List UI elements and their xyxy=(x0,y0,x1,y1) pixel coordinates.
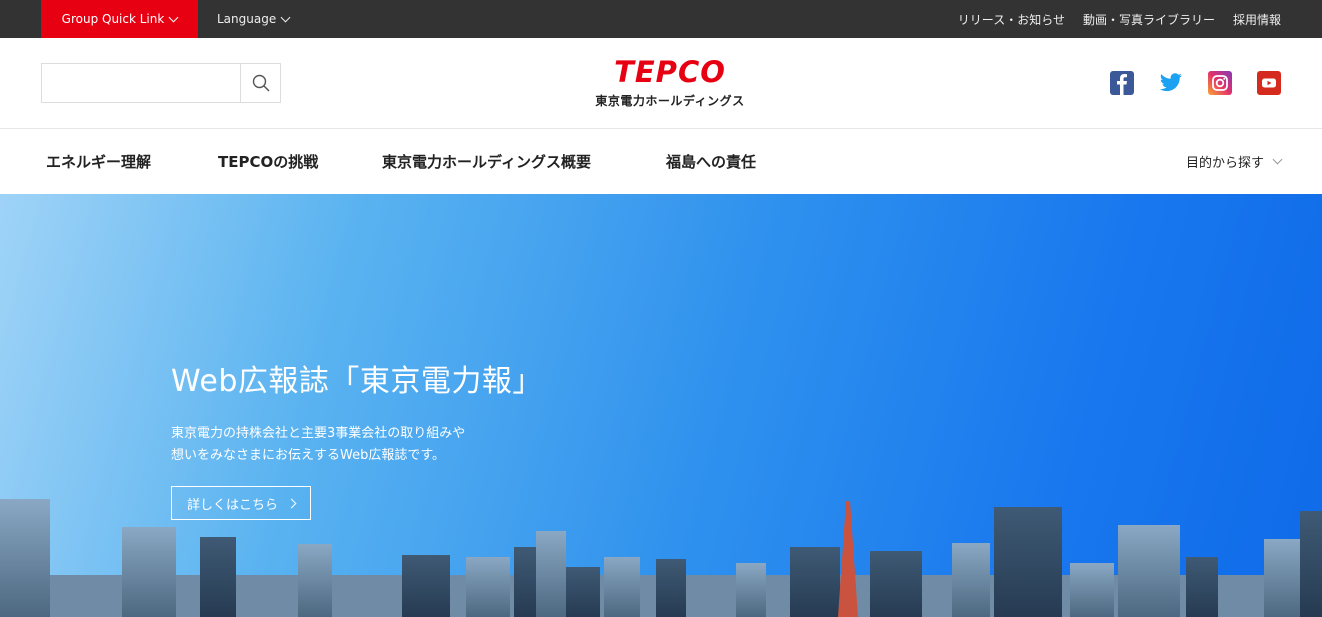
top-bar: Group Quick Link Language リリース・お知らせ 動画・写… xyxy=(0,0,1322,38)
hero-description-line-1: 東京電力の持株会社と主要3事業会社の取り組みや xyxy=(171,426,466,441)
find-by-purpose-label: 目的から探す xyxy=(1185,156,1264,171)
logo-mark: TEPCO xyxy=(614,55,726,89)
site-header: TEPCO 東京電力ホールディングス xyxy=(0,38,1322,129)
hero-details-button[interactable]: 詳しくはこちら xyxy=(171,486,311,520)
hero-title: Web広報誌「東京電力報」 xyxy=(171,364,543,399)
chevron-right-icon xyxy=(286,498,297,508)
top-link-recruit[interactable]: 採用情報 xyxy=(1233,11,1281,28)
twitter-icon[interactable] xyxy=(1159,71,1183,95)
nav-item-overview[interactable]: 東京電力ホールディングス概要 xyxy=(382,129,591,194)
nav-item-fukushima[interactable]: 福島への責任 xyxy=(666,129,756,194)
chevron-down-icon xyxy=(168,12,179,22)
hero-banner: Web広報誌「東京電力報」 東京電力の持株会社と主要3事業会社の取り組みや 想い… xyxy=(0,194,1322,617)
top-link-releases[interactable]: リリース・お知らせ xyxy=(958,11,1065,28)
group-quick-link-button[interactable]: Group Quick Link xyxy=(41,0,198,38)
search-icon xyxy=(252,74,270,92)
group-quick-link-label: Group Quick Link xyxy=(61,12,165,26)
chevron-down-icon xyxy=(1272,154,1283,165)
hero-description-line-2: 想いをみなさまにお伝えするWeb広報誌です。 xyxy=(171,448,446,463)
find-by-purpose-dropdown[interactable]: 目的から探す xyxy=(1185,129,1283,194)
instagram-icon[interactable] xyxy=(1208,71,1232,95)
chevron-down-icon xyxy=(280,12,291,22)
search-box xyxy=(41,63,281,103)
search-input[interactable] xyxy=(42,64,240,102)
youtube-icon[interactable] xyxy=(1257,71,1281,95)
tepco-logo[interactable]: TEPCO 東京電力ホールディングス xyxy=(590,56,750,109)
top-links: リリース・お知らせ 動画・写真ライブラリー 採用情報 xyxy=(958,0,1281,38)
global-nav: エネルギー理解 TEPCOの挑戦 東京電力ホールディングス概要 福島への責任 目… xyxy=(0,129,1322,194)
search-button[interactable] xyxy=(240,64,280,102)
top-link-media-library[interactable]: 動画・写真ライブラリー xyxy=(1083,11,1215,28)
hero-description: 東京電力の持株会社と主要3事業会社の取り組みや 想いをみなさまにお伝えするWeb… xyxy=(171,423,465,467)
nav-item-challenge[interactable]: TEPCOの挑戦 xyxy=(218,129,318,194)
logo-subtitle: 東京電力ホールディングス xyxy=(595,94,745,108)
facebook-icon[interactable] xyxy=(1110,71,1134,95)
nav-item-energy[interactable]: エネルギー理解 xyxy=(46,129,151,194)
language-label: Language xyxy=(217,12,277,26)
language-selector[interactable]: Language xyxy=(217,0,291,38)
social-links xyxy=(1110,71,1281,95)
hero-details-label: 詳しくはこちら xyxy=(186,497,278,513)
